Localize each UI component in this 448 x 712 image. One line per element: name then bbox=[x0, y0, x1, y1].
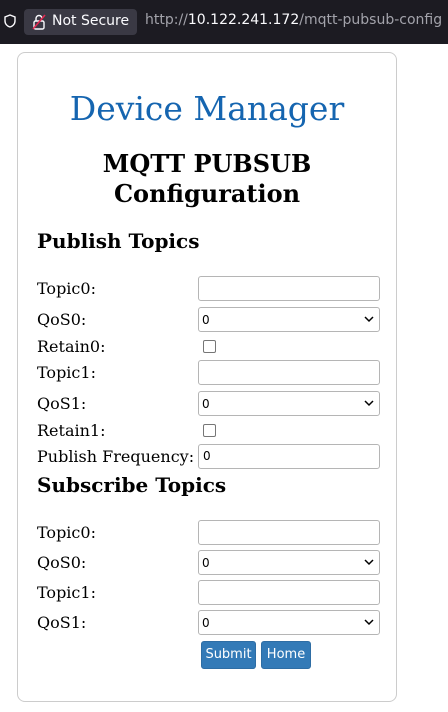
site-security-indicator[interactable]: Not Secure bbox=[24, 9, 137, 35]
brand-title: Device Manager bbox=[69, 89, 345, 128]
browser-toolbar: Not Secure http://10.122.241.172/mqtt-pu… bbox=[0, 0, 448, 44]
submit-button[interactable]: Submit bbox=[201, 641, 256, 669]
pub-retain1-checkbox[interactable] bbox=[203, 424, 216, 437]
pub-qos0-label: QoS0: bbox=[37, 310, 87, 329]
pub-qos1-select[interactable]: 0 bbox=[198, 391, 380, 416]
page-title: MQTT PUBSUB Configuration bbox=[18, 149, 396, 209]
sub-qos0-value: 0 bbox=[202, 556, 210, 570]
pub-retain0-label: Retain0: bbox=[37, 337, 106, 356]
pub-retain0-checkbox[interactable] bbox=[203, 340, 216, 353]
pub-qos0-value: 0 bbox=[202, 313, 210, 327]
sub-topic1-label: Topic1: bbox=[37, 583, 96, 602]
address-bar[interactable]: http://10.122.241.172/mqtt-pubsub-config bbox=[145, 12, 442, 28]
sub-qos1-value: 0 bbox=[202, 616, 210, 630]
home-button[interactable]: Home bbox=[261, 641, 311, 669]
pub-topic1-input[interactable] bbox=[198, 360, 380, 385]
sub-topic0-input[interactable] bbox=[198, 520, 380, 545]
pub-frequency-input[interactable]: 0 bbox=[198, 444, 380, 469]
url-path: /mqtt-pubsub-config bbox=[299, 12, 443, 28]
sub-topic0-label: Topic0: bbox=[37, 523, 96, 542]
url-host: 10.122.241.172 bbox=[187, 12, 300, 28]
security-label: Not Secure bbox=[52, 13, 130, 29]
pub-frequency-label: Publish Frequency: bbox=[37, 447, 195, 466]
page-title-line2: Configuration bbox=[113, 179, 301, 208]
sub-qos1-select[interactable]: 0 bbox=[198, 610, 380, 635]
sub-qos0-label: QoS0: bbox=[37, 553, 87, 572]
chevron-down-icon bbox=[364, 559, 374, 566]
sub-qos1-label: QoS1: bbox=[37, 613, 87, 632]
pub-qos0-select[interactable]: 0 bbox=[198, 307, 380, 332]
chevron-down-icon bbox=[364, 400, 374, 407]
sub-qos0-select[interactable]: 0 bbox=[198, 550, 380, 575]
pub-topic0-label: Topic0: bbox=[37, 279, 96, 298]
pub-qos1-label: QoS1: bbox=[37, 394, 87, 413]
pub-retain1-label: Retain1: bbox=[37, 421, 106, 440]
pub-topic1-label: Topic1: bbox=[37, 363, 96, 382]
pub-qos1-value: 0 bbox=[202, 397, 210, 411]
subscribe-heading: Subscribe Topics bbox=[37, 473, 227, 497]
page-title-line1: MQTT PUBSUB bbox=[102, 149, 312, 178]
config-card: Device Manager MQTT PUBSUB Configuration… bbox=[17, 52, 397, 702]
shield-icon[interactable] bbox=[4, 14, 16, 28]
chevron-down-icon bbox=[364, 316, 374, 323]
url-prefix: http:// bbox=[145, 12, 188, 28]
insecure-lock-icon bbox=[32, 14, 46, 30]
sub-topic1-input[interactable] bbox=[198, 580, 380, 605]
pub-topic0-input[interactable] bbox=[198, 276, 380, 301]
publish-heading: Publish Topics bbox=[37, 229, 200, 253]
chevron-down-icon bbox=[364, 619, 374, 626]
